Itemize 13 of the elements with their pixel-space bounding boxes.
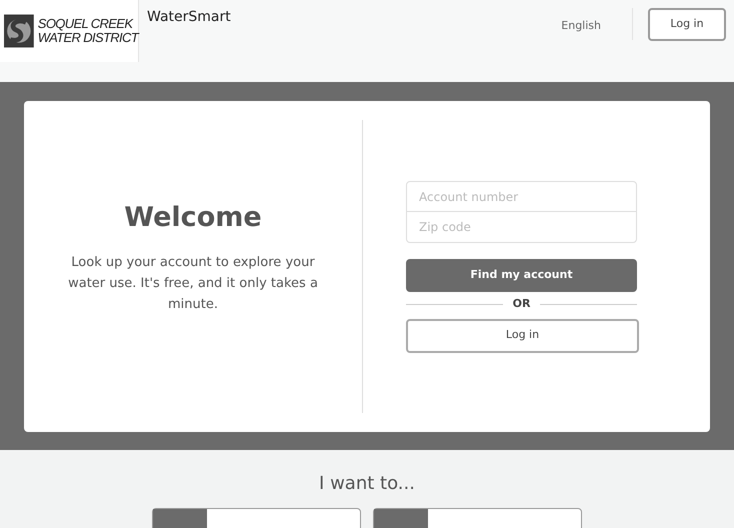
welcome-text: Look up your account to explore your water use. It's free, and it only takes a minute.: [67, 254, 319, 314]
logo-text: WATER DISTRICT: [38, 31, 138, 45]
logo-text: SOQUEL CREEK: [38, 17, 134, 31]
language-selector[interactable]: English: [561, 18, 601, 34]
welcome-title: Welcome: [124, 200, 262, 235]
separator-label: OR: [512, 296, 530, 312]
input-field[interactable]: Account number: [406, 181, 637, 212]
app-name: WaterSmart: [147, 8, 231, 27]
section-title: I want to...: [319, 472, 415, 496]
login-button[interactable]: Log in: [406, 318, 639, 352]
input-field[interactable]: Zip code: [406, 212, 637, 243]
login-button[interactable]: Log in: [648, 8, 726, 41]
find-account-button[interactable]: Find my account: [406, 259, 637, 292]
